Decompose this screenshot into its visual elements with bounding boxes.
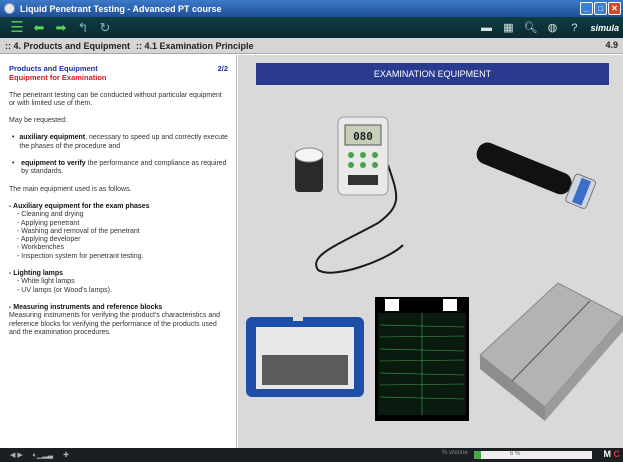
progress-label: % visione (442, 450, 468, 456)
notes-icon[interactable]: ▬ (478, 21, 494, 35)
minimize-button[interactable]: _ (580, 2, 593, 15)
pane-heading: Products and Equipment (9, 64, 98, 73)
globe-icon[interactable]: ◍ (544, 21, 560, 35)
bookmark-icon[interactable]: ✚ (63, 451, 69, 459)
breadcrumb-chapter: :: 4. Products and Equipment (5, 40, 131, 51)
zoom-icon[interactable]: 🔍︎ (522, 21, 538, 35)
app-icon (4, 3, 15, 14)
return-icon[interactable]: ↰ (72, 17, 94, 38)
section-title: - Lighting lamps (9, 270, 64, 278)
intro-text: The penetrant testing can be conducted w… (9, 91, 222, 107)
toolbar: ☰ ⬅ ➡ ↰ ↻ ▬ ▦ 🔍︎ ◍ ? simula (0, 17, 623, 38)
equipment-illustration: 080 (246, 116, 623, 421)
list-item: - Inspection system for penetrant testin… (17, 252, 144, 260)
metal-reference-block (479, 282, 623, 421)
bullet-bold: equipment to verify (21, 160, 86, 168)
main-equipment-text: The main equipment used is as follows. (9, 185, 132, 193)
refractometer (476, 142, 597, 209)
list-item: - White light lamps (17, 278, 75, 286)
breadcrumb-section: :: 4.1 Examination Principle (136, 40, 254, 51)
prev-page-icon[interactable]: ◀ ▶ (10, 451, 23, 459)
section-title: - Measuring instruments and reference bl… (9, 303, 163, 311)
list-item: - Applying penetrant (17, 219, 80, 227)
close-button[interactable]: ✕ (608, 2, 621, 15)
section-text: Measuring instruments for verifying the … (9, 312, 221, 336)
volume-icon[interactable]: 🔈︎▁▂▃ (33, 451, 53, 460)
breadcrumb: :: 4. Products and Equipment :: 4.1 Exam… (0, 38, 623, 54)
may-be-requested-text: May be requested: (9, 117, 67, 125)
list-item: - Workbenches (17, 244, 64, 252)
bullet-item: • auxiliary equipment, necessary to spee… (12, 134, 228, 150)
page-number: 4.9 (605, 40, 618, 50)
m-indicator: M (603, 449, 611, 459)
refresh-icon[interactable]: ↻ (94, 17, 116, 38)
title-bar: Liquid Penetrant Testing - Advanced PT c… (0, 0, 623, 17)
section-auxiliary: - Auxiliary equipment for the exam phase… (9, 203, 228, 261)
image-pane: EXAMINATION EQUIPMENT 080 (238, 55, 623, 448)
calculator-icon[interactable]: ▦ (500, 21, 516, 35)
section-measuring: - Measuring instruments and reference bl… (9, 304, 228, 337)
meter-display: 080 (353, 130, 373, 143)
menu-icon[interactable]: ☰ (6, 17, 28, 38)
light-meter: 080 (294, 116, 389, 196)
list-item: - Cleaning and drying (17, 211, 84, 219)
list-item: - Applying developer (17, 236, 81, 244)
crack-specimen (375, 297, 469, 421)
pane-subheading: Equipment for Examination (9, 73, 107, 83)
progress-fill (474, 451, 482, 459)
back-arrow-icon[interactable]: ⬅ (28, 17, 50, 38)
c-indicator: C (613, 449, 621, 459)
section-title: - Auxiliary equipment for the exam phase… (9, 202, 150, 210)
forward-arrow-icon[interactable]: ➡ (50, 17, 72, 38)
reference-tray (246, 317, 364, 397)
brand-logo: simula (590, 22, 619, 33)
bottom-bar: ◀ ▶ 🔈︎▁▂▃ ✚ % visione 6 % M C (0, 448, 623, 462)
text-pane: Products and Equipment 2/2 Equipment for… (0, 55, 237, 448)
mode-indicator: M C (603, 449, 620, 459)
progress-bar (474, 451, 592, 459)
help-icon[interactable]: ? (566, 21, 582, 35)
bullet-bold: auxiliary equipment (19, 134, 86, 142)
list-item: - UV lamps (or Wood's lamps). (17, 286, 112, 294)
section-lighting: - Lighting lamps - White light lamps - U… (9, 270, 228, 295)
progress-value: 6 % (510, 451, 521, 457)
maximize-button[interactable]: □ (594, 2, 607, 15)
list-item: - Washing and removal of the penetrant (17, 227, 140, 235)
bullet-item: • equipment to verify the performance an… (12, 160, 227, 176)
window-title: Liquid Penetrant Testing - Advanced PT c… (20, 3, 222, 14)
pane-page-indicator: 2/2 (217, 64, 228, 73)
